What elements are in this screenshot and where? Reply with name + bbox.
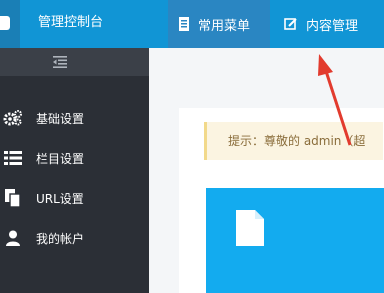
list-icon [0, 151, 30, 165]
logo[interactable] [0, 0, 20, 48]
sidebar-item-label: 我的帐户 [36, 231, 85, 246]
files-icon [0, 189, 30, 207]
sidebar-toggle[interactable] [0, 48, 149, 76]
user-icon [0, 230, 30, 246]
book-icon [179, 17, 189, 31]
sidebar-item-column-settings[interactable]: 栏目设置 [0, 138, 149, 178]
sidebar-item-url-settings[interactable]: URL设置 [0, 178, 149, 218]
indent-icon [53, 56, 67, 68]
top-navbar: 管理控制台 常用菜单 内容管理 [0, 0, 384, 48]
edit-icon [284, 18, 297, 30]
app-title: 管理控制台 [38, 15, 104, 30]
logo-icon [0, 16, 10, 30]
nav-item-content-manage[interactable]: 内容管理 [284, 0, 358, 48]
sidebar-item-label: URL设置 [36, 191, 84, 206]
gears-icon [0, 110, 30, 126]
sidebar-item-label: 基础设置 [36, 111, 85, 126]
notice-text: 提示：尊敬的 admin（超 [204, 122, 383, 160]
content-tile[interactable] [206, 188, 384, 293]
sidebar-item-my-account[interactable]: 我的帐户 [0, 218, 149, 258]
nav-item-label: 内容管理 [306, 18, 359, 34]
nav-item-common-menu[interactable]: 常用菜单 [178, 0, 250, 48]
sidebar-item-label: 栏目设置 [36, 151, 85, 166]
nav-item-label: 常用菜单 [198, 18, 251, 34]
sidebar-item-basic-settings[interactable]: 基础设置 [0, 98, 149, 138]
main-content: 提示：尊敬的 admin（超 [149, 48, 384, 293]
sidebar: 基础设置 栏目设置 URL设置 我的帐户 [0, 48, 149, 293]
document-icon [236, 210, 264, 246]
